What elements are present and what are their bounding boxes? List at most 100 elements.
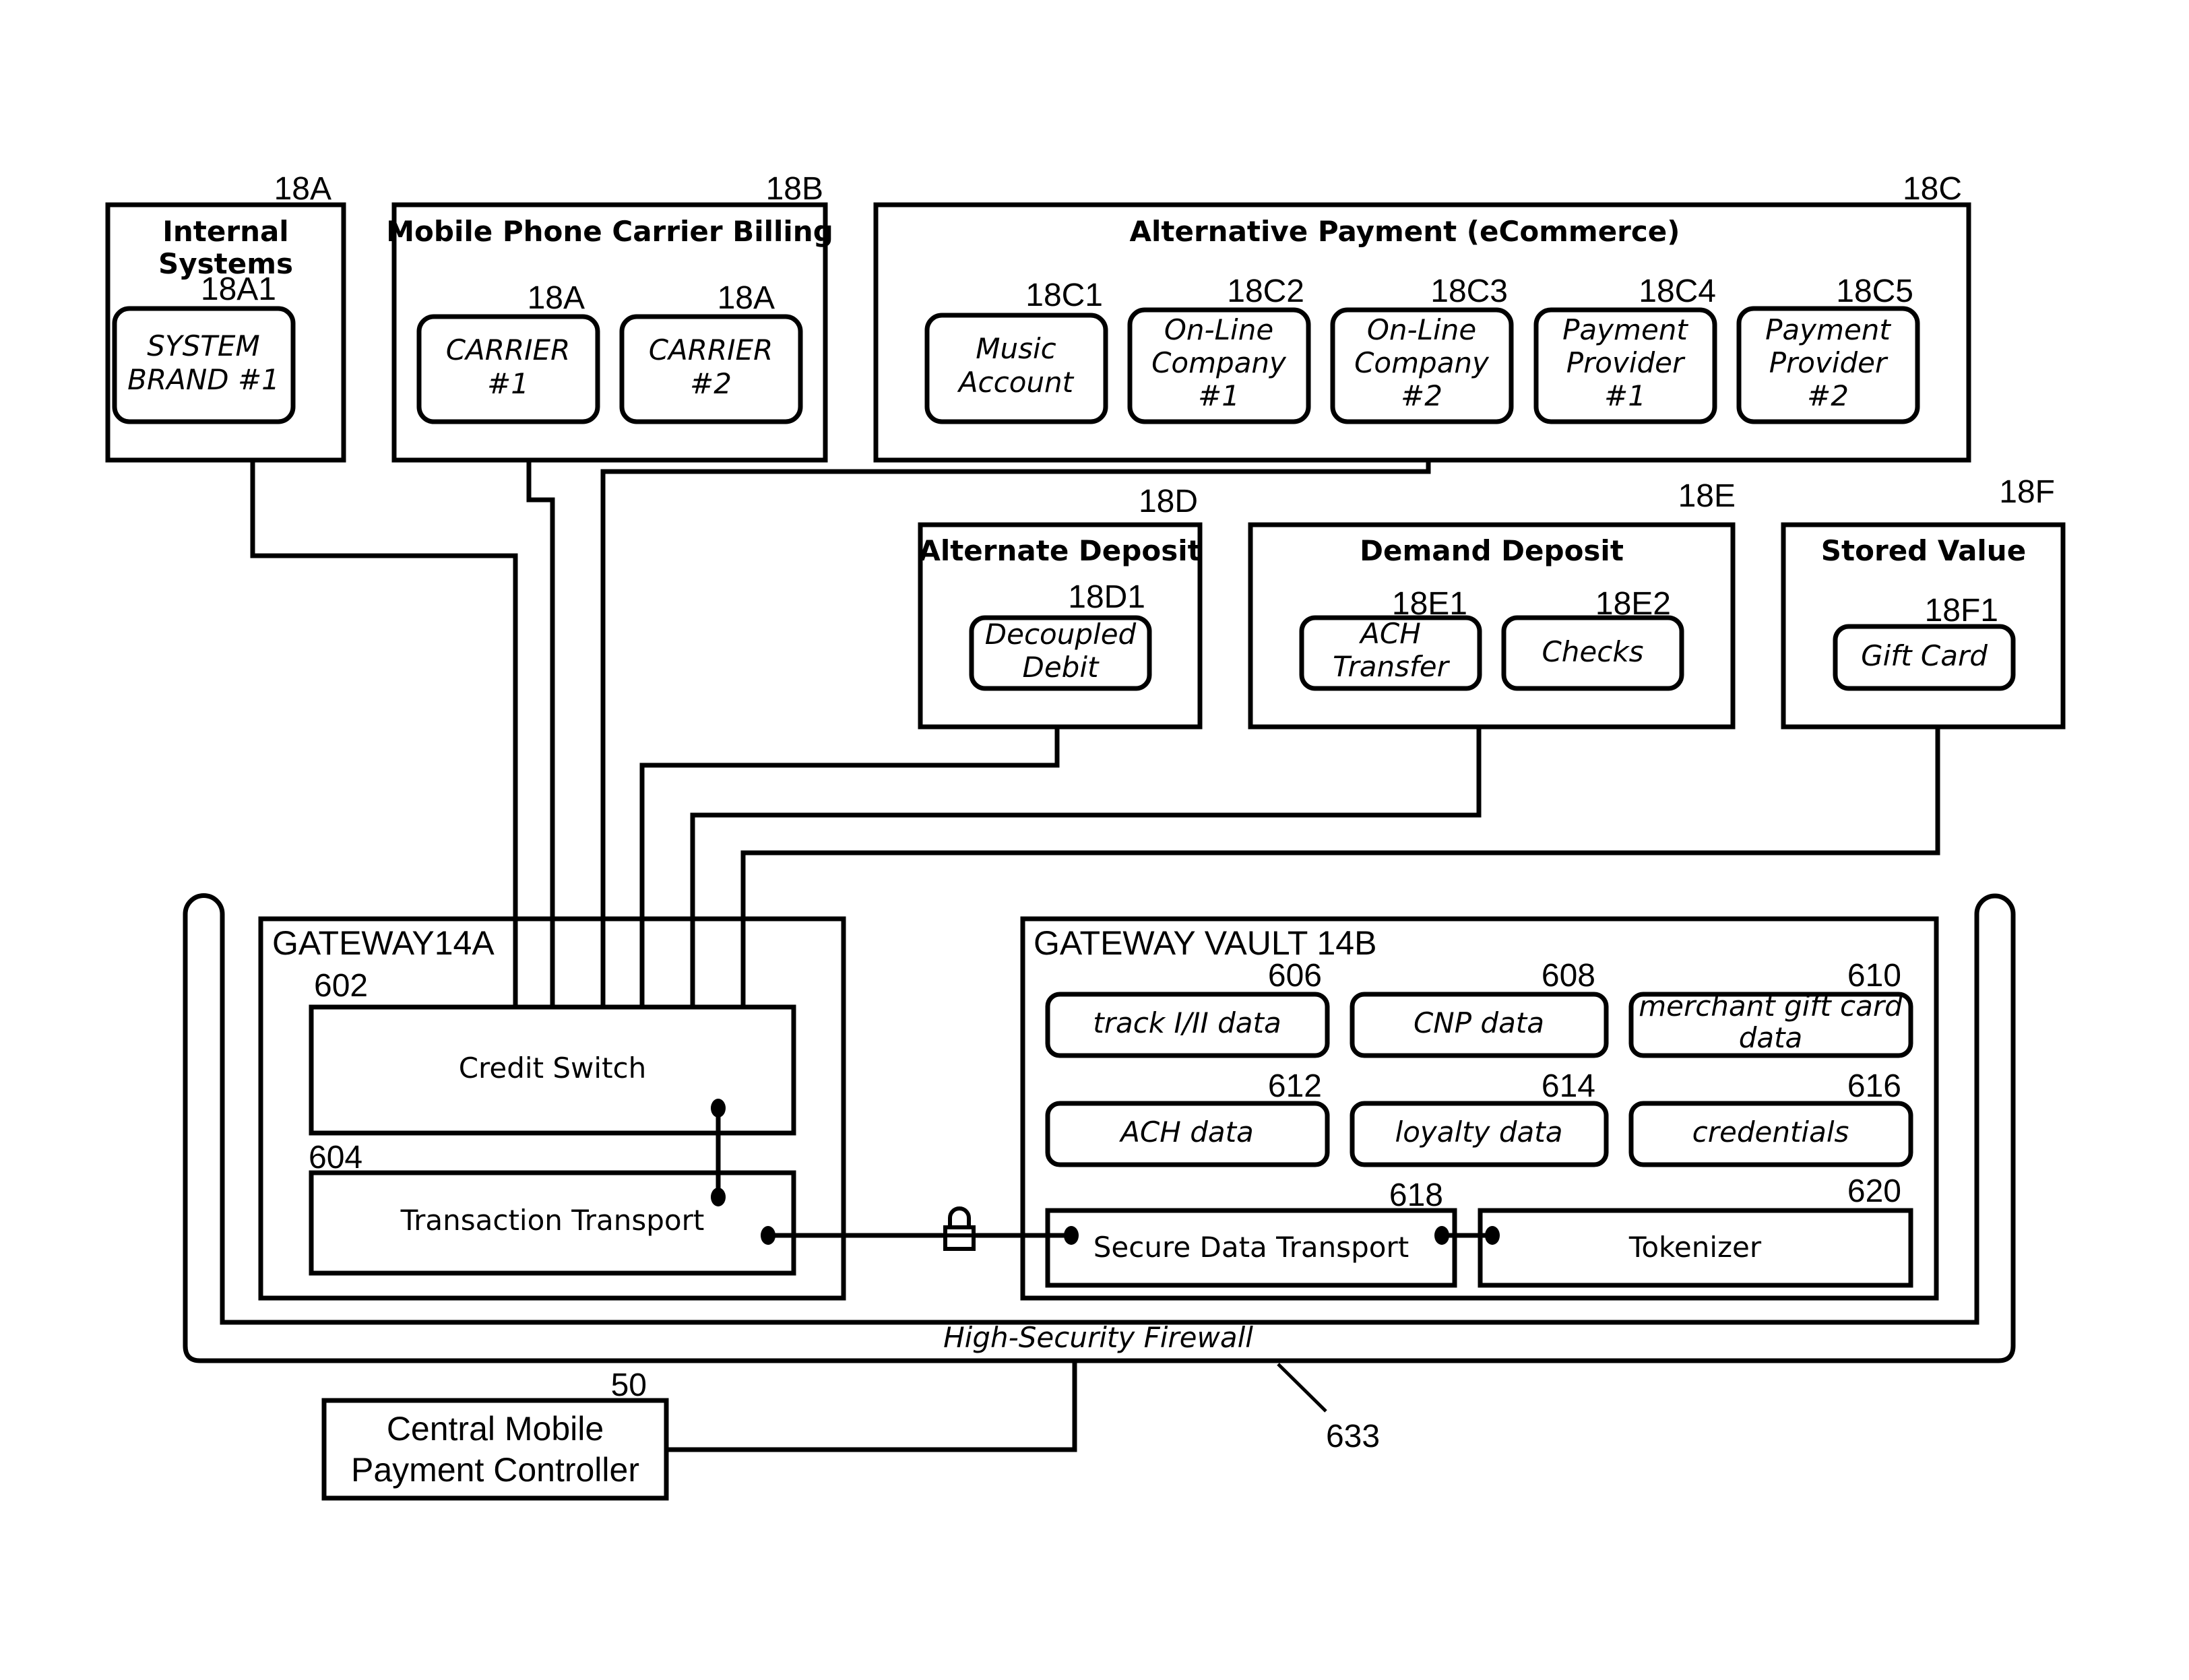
link-node-dot: [1064, 1226, 1079, 1245]
ref-label: 18C3: [1430, 273, 1508, 309]
ref-label: 18C: [1903, 171, 1962, 207]
ref-label: 18C1: [1025, 278, 1103, 313]
lock-icon: [943, 1206, 976, 1251]
ref-label: 50: [611, 1367, 647, 1403]
demand-deposit-group: 18E Demand Deposit 18E1 ACH Transfer 18E…: [1248, 478, 1736, 730]
checks-line1: Checks: [1542, 635, 1643, 668]
merchant-gift-card-data-line2: data: [1739, 1021, 1803, 1054]
gateway-title: GATEWAY14A: [272, 924, 495, 962]
payment-provider-1-line1: Payment: [1562, 313, 1688, 346]
payment-provider-1-line3: #1: [1604, 379, 1646, 412]
ref-label: 18F1: [1925, 593, 1998, 628]
ref-label: 18C4: [1639, 273, 1716, 309]
stored-value-title: Stored Value: [1821, 534, 2026, 567]
link-node-dot: [1434, 1226, 1449, 1245]
controller-connector: [666, 1363, 1077, 1452]
ref-label: 18C2: [1227, 273, 1304, 309]
alternate-deposit-group: 18D Alternate Deposit 18D1 Decoupled Deb…: [918, 484, 1203, 730]
system-brand-1-line2: BRAND #1: [127, 363, 280, 396]
controller-line2: Payment Controller: [351, 1451, 639, 1489]
ach-data-label: ACH data: [1118, 1116, 1254, 1149]
ref-label: 18E: [1678, 478, 1736, 514]
online-company-1-line2: Company: [1151, 346, 1287, 379]
decoupled-debit-line2: Debit: [1023, 651, 1100, 684]
transaction-transport-label: Transaction Transport: [400, 1204, 705, 1237]
controller-group: 50 Central Mobile Payment Controller: [321, 1363, 1077, 1501]
ref-label: 612: [1268, 1068, 1322, 1104]
payment-provider-2-line1: Payment: [1765, 313, 1891, 346]
carrier-2-line2: #2: [690, 367, 732, 400]
payment-provider-1-line2: Provider: [1566, 346, 1686, 379]
music-account-line2: Account: [957, 366, 1075, 399]
gift-card-line1: Gift Card: [1861, 639, 1988, 672]
ref-label: 606: [1268, 958, 1322, 994]
tokenizer-label: Tokenizer: [1628, 1231, 1762, 1264]
ref-label: 18A: [274, 171, 331, 207]
alternative-payment-title: Alternative Payment (eCommerce): [1130, 215, 1680, 248]
ref-label: 614: [1542, 1068, 1595, 1104]
payment-gateway-diagram: 18A Internal Systems 18A1 SYSTEM BRAND #…: [105, 171, 2066, 1501]
secure-channel: [761, 1206, 1079, 1251]
payment-provider-2-line3: #2: [1807, 379, 1849, 412]
ref-label: 620: [1847, 1173, 1901, 1209]
connector-stored-value: [740, 727, 1940, 1007]
internal-systems-title-1: Internal: [162, 215, 288, 248]
carrier-2-line1: CARRIER: [649, 333, 773, 366]
link-node-dot: [761, 1226, 775, 1245]
firewall-label: High-Security Firewall: [943, 1321, 1253, 1354]
system-brand-1-line1: SYSTEM: [147, 329, 259, 362]
carrier-billing-title: Mobile Phone Carrier Billing: [386, 215, 833, 248]
online-company-1-line3: #1: [1198, 379, 1240, 412]
ref-label: 18A: [718, 280, 775, 316]
payment-provider-2-line2: Provider: [1769, 346, 1889, 379]
track-data-label: track I/II data: [1093, 1006, 1281, 1039]
online-company-2-line3: #2: [1401, 379, 1442, 412]
online-company-1-line1: On-Line: [1164, 313, 1273, 346]
link-node-dot: [1485, 1226, 1500, 1245]
ref-label: 18C5: [1836, 273, 1913, 309]
ref-label: 618: [1389, 1177, 1443, 1213]
secure-data-transport-label: Secure Data Transport: [1093, 1231, 1409, 1264]
controller-line1: Central Mobile: [387, 1410, 604, 1448]
connector-alternate-deposit: [639, 727, 1060, 1007]
decoupled-debit-line1: Decoupled: [985, 618, 1137, 651]
merchant-gift-card-data-line1: merchant gift card: [1639, 990, 1903, 1023]
firewall-leader-line: [1277, 1363, 1327, 1413]
credit-switch-label: Credit Switch: [459, 1052, 647, 1085]
link-node-dot: [711, 1188, 726, 1206]
ref-label: 608: [1542, 958, 1595, 994]
ref-label: 18A1: [201, 271, 276, 307]
credentials-label: credentials: [1692, 1116, 1849, 1149]
ref-label: 18D1: [1068, 579, 1145, 615]
carrier-1-line2: #1: [487, 367, 529, 400]
ach-transfer-line2: Transfer: [1333, 650, 1451, 683]
alternative-payment-group: 18C Alternative Payment (eCommerce) 18C1…: [873, 171, 1971, 463]
link-node-dot: [711, 1099, 726, 1118]
ref-label: 18F: [1999, 474, 2055, 510]
gateway-group: GATEWAY14A 602 Credit Switch 604 Transac…: [258, 903, 846, 1301]
online-company-2-line1: On-Line: [1367, 313, 1476, 346]
carrier-1-line1: CARRIER: [446, 333, 571, 366]
music-account-line1: Music: [976, 332, 1056, 365]
stored-value-group: 18F Stored Value 18F1 Gift Card: [1781, 474, 2066, 730]
online-company-2-line2: Company: [1354, 346, 1490, 379]
ach-transfer-line1: ACH: [1358, 617, 1421, 650]
ref-label: 616: [1847, 1068, 1901, 1104]
demand-deposit-title: Demand Deposit: [1360, 534, 1624, 567]
carrier-billing-group: 18B Mobile Phone Carrier Billing 18A CAR…: [386, 171, 833, 463]
ref-label: 18A: [528, 280, 585, 316]
connector-carrier-billing: [526, 460, 555, 1007]
vault-title: GATEWAY VAULT 14B: [1034, 924, 1376, 962]
vault-group: GATEWAY VAULT 14B 606 track I/II data 60…: [1020, 916, 1939, 1301]
ref-label: 633: [1326, 1419, 1380, 1454]
ref-label: 610: [1847, 958, 1901, 994]
cnp-data-label: CNP data: [1414, 1006, 1544, 1039]
alternate-deposit-title: Alternate Deposit: [918, 534, 1201, 567]
loyalty-data-label: loyalty data: [1395, 1116, 1563, 1149]
ref-label: 602: [314, 968, 368, 1004]
internal-systems-group: 18A Internal Systems 18A1 SYSTEM BRAND #…: [105, 171, 346, 463]
connector-demand-deposit: [690, 727, 1482, 1007]
ref-label: 18D: [1139, 484, 1198, 519]
ref-label: 604: [309, 1140, 362, 1175]
ref-label: 18B: [766, 171, 823, 207]
